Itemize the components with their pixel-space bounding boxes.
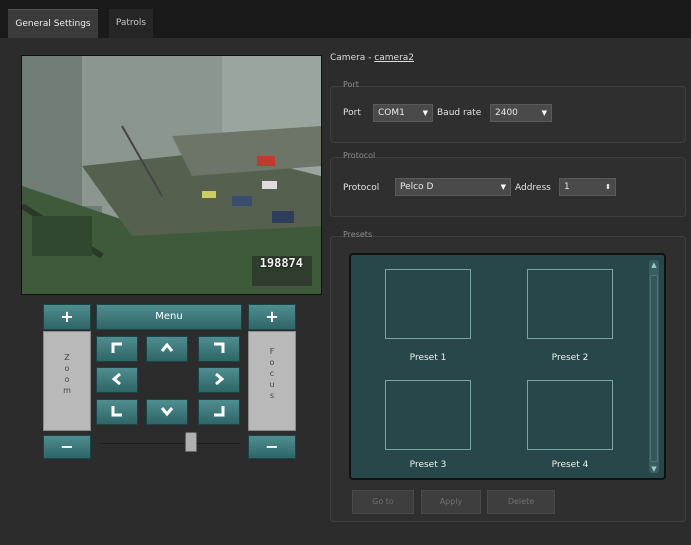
preset-2-thumbnail[interactable] xyxy=(527,269,613,339)
dropdown-arrow-icon: ▼ xyxy=(500,183,506,191)
baud-rate-label: Baud rate xyxy=(437,108,482,118)
focus-label-panel: F o c u s xyxy=(248,331,296,431)
pan-down-right-button[interactable] xyxy=(198,399,240,425)
tilt-up-button[interactable] xyxy=(146,336,188,362)
tilt-down-button[interactable] xyxy=(146,399,188,425)
protocol-label: Protocol xyxy=(343,183,380,193)
zoom-letter: Z xyxy=(64,353,70,362)
arrow-up-left-icon xyxy=(111,342,122,353)
camera-name-link[interactable]: camera2 xyxy=(374,53,414,63)
arrow-up-right-icon xyxy=(214,342,225,353)
focus-letter: o xyxy=(269,358,275,367)
presets-scrollbar-thumb[interactable] xyxy=(650,275,658,462)
tab-bar: General Settings Patrols xyxy=(0,0,691,39)
preset-4-label[interactable]: Preset 4 xyxy=(527,460,613,470)
arrow-down-left-icon xyxy=(111,406,122,417)
chevron-down-icon xyxy=(160,407,174,417)
preset-3-thumbnail[interactable] xyxy=(385,380,471,450)
scroll-down-icon[interactable]: ▼ xyxy=(649,464,659,474)
focus-in-button[interactable]: + xyxy=(248,304,296,330)
preset-3-label[interactable]: Preset 3 xyxy=(385,460,471,470)
focus-letter: u xyxy=(269,380,275,389)
delete-preset-button[interactable]: Delete xyxy=(487,490,555,514)
pan-left-button[interactable] xyxy=(96,367,138,393)
address-label: Address xyxy=(515,183,551,193)
focus-letter: c xyxy=(269,369,275,378)
port-label: Port xyxy=(343,108,361,118)
go-to-preset-button[interactable]: Go to xyxy=(352,490,414,514)
speed-slider-track[interactable] xyxy=(100,443,240,444)
port-value: COM1 xyxy=(378,108,405,118)
protocol-select[interactable]: Pelco D ▼ xyxy=(395,178,511,196)
focus-letter: F xyxy=(269,347,275,356)
port-group-title: Port xyxy=(343,80,359,89)
camera-prefix: Camera - xyxy=(330,53,375,63)
preset-1-thumbnail[interactable] xyxy=(385,269,471,339)
tab-patrols[interactable]: Patrols xyxy=(109,9,153,38)
address-spinbox[interactable]: 1 ⬍ xyxy=(559,178,616,196)
presets-group-title: Presets xyxy=(343,230,373,239)
preset-1-label[interactable]: Preset 1 xyxy=(385,353,471,363)
address-value: 1 xyxy=(564,182,570,192)
protocol-group-title: Protocol xyxy=(343,151,376,160)
presets-grid: Preset 1 Preset 2 Preset 3 Preset 4 ▲ ▼ xyxy=(349,253,666,480)
preset-2-label[interactable]: Preset 2 xyxy=(527,353,613,363)
video-timestamp: 198874 xyxy=(259,256,303,270)
zoom-letter: o xyxy=(64,364,70,373)
chevron-up-icon xyxy=(160,342,174,352)
menu-button[interactable]: Menu xyxy=(96,304,242,330)
focus-letter: s xyxy=(269,391,275,400)
focus-out-button[interactable]: − xyxy=(248,435,296,459)
baud-rate-value: 2400 xyxy=(495,108,518,118)
port-select[interactable]: COM1 ▼ xyxy=(373,104,433,122)
zoom-letter: o xyxy=(64,375,70,384)
spin-arrows-icon[interactable]: ⬍ xyxy=(605,179,611,195)
pan-right-button[interactable] xyxy=(198,367,240,393)
camera-title: Camera - camera2 xyxy=(330,53,414,63)
pan-down-left-button[interactable] xyxy=(96,399,138,425)
zoom-letter: m xyxy=(63,386,71,395)
pan-up-left-button[interactable] xyxy=(96,336,138,362)
baud-rate-select[interactable]: 2400 ▼ xyxy=(490,104,552,122)
zoom-label-panel: Z o o m xyxy=(43,331,91,431)
dropdown-arrow-icon: ▼ xyxy=(422,109,428,117)
speed-slider-handle[interactable] xyxy=(185,432,197,452)
pan-up-right-button[interactable] xyxy=(198,336,240,362)
camera-video-preview: 198874 xyxy=(21,55,322,295)
dropdown-arrow-icon: ▼ xyxy=(541,109,547,117)
tab-general-settings[interactable]: General Settings xyxy=(8,9,98,39)
scroll-up-icon[interactable]: ▲ xyxy=(649,260,659,270)
arrow-down-right-icon xyxy=(214,406,225,417)
chevron-right-icon xyxy=(215,372,225,386)
zoom-out-button[interactable]: − xyxy=(43,435,91,459)
preset-4-thumbnail[interactable] xyxy=(527,380,613,450)
protocol-value: Pelco D xyxy=(400,182,434,192)
chevron-left-icon xyxy=(111,372,121,386)
apply-preset-button[interactable]: Apply xyxy=(421,490,481,514)
zoom-in-button[interactable]: + xyxy=(43,304,91,330)
